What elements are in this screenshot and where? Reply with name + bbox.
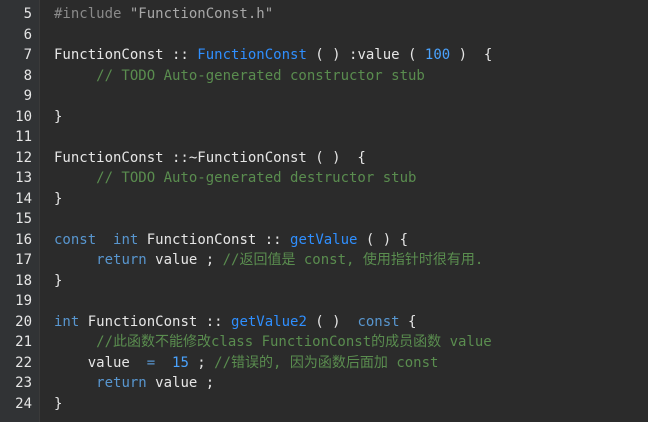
line-number: 7 xyxy=(23,47,32,63)
code-token: getValue xyxy=(290,231,358,248)
line-number: 8 xyxy=(23,67,32,84)
code-token: } xyxy=(54,108,63,125)
code-line[interactable]: } xyxy=(54,189,648,210)
code-token: ( ) :value ( xyxy=(306,47,425,63)
code-token: //此函数不能修改class FunctionConst的成员函数 value xyxy=(54,334,492,350)
code-token: value xyxy=(54,354,147,371)
code-line[interactable]: FunctionConst :: FunctionConst ( ) :valu… xyxy=(54,45,648,66)
code-token: = xyxy=(146,354,156,371)
code-token: //返回值是 const, 使用指针时很有用. xyxy=(222,252,484,268)
line-number: 12 xyxy=(15,149,32,166)
line-number: 5 xyxy=(23,6,32,22)
code-token: return xyxy=(96,252,147,268)
code-token: ; xyxy=(188,354,215,371)
code-token: FunctionConst ::~FunctionConst ( ) { xyxy=(54,149,366,166)
line-number: 14 xyxy=(15,190,32,207)
code-line[interactable] xyxy=(54,86,648,107)
code-token: 100 xyxy=(424,47,451,63)
code-token: } xyxy=(54,272,63,289)
code-line[interactable]: //此函数不能修改class FunctionConst的成员函数 value xyxy=(54,332,648,353)
code-token: FunctionConst :: xyxy=(138,231,291,248)
code-line[interactable] xyxy=(54,25,648,46)
code-area[interactable]: #include "FunctionConst.h" FunctionConst … xyxy=(40,0,648,422)
code-line[interactable]: // TODO Auto-generated constructor stub xyxy=(54,66,648,87)
line-number: 6 xyxy=(23,26,32,43)
code-token: FunctionConst :: xyxy=(54,47,198,63)
code-line[interactable]: int FunctionConst :: getValue2 ( ) const… xyxy=(54,312,648,333)
line-number: 22 xyxy=(15,354,32,371)
line-number: 9 xyxy=(23,88,32,104)
code-line[interactable]: #include "FunctionConst.h" xyxy=(54,4,648,25)
code-line[interactable]: } xyxy=(54,107,648,128)
code-line[interactable]: } xyxy=(54,394,648,415)
code-token: "FunctionConst.h" xyxy=(129,6,274,22)
line-number: 17 xyxy=(15,252,32,268)
code-token: // TODO Auto-generated destructor stub xyxy=(54,170,417,186)
code-token: const xyxy=(54,231,97,248)
code-line[interactable]: const int FunctionConst :: getValue ( ) … xyxy=(54,230,648,251)
code-token: return xyxy=(96,375,147,391)
code-token: value ; xyxy=(146,375,215,391)
code-token: 15 xyxy=(172,354,189,371)
code-line[interactable]: FunctionConst ::~FunctionConst ( ) { xyxy=(54,148,648,169)
code-token: // TODO Auto-generated constructor stub xyxy=(54,67,425,84)
line-number: 18 xyxy=(15,272,32,289)
code-token: #include xyxy=(54,6,130,22)
line-number: 13 xyxy=(15,170,32,186)
code-token: FunctionConst xyxy=(197,47,307,63)
line-number: 11 xyxy=(15,129,32,145)
code-line[interactable] xyxy=(54,291,648,312)
line-number-gutter: 5 6 7 8 9 10 11 12 13 14 15 16 17 18 19 20 21 22 23 24 xyxy=(0,0,40,422)
line-number: 10 xyxy=(15,108,32,125)
code-token: } xyxy=(54,190,63,207)
code-token: } xyxy=(54,395,63,412)
line-number: 21 xyxy=(15,334,32,350)
code-line[interactable] xyxy=(54,209,648,230)
code-token: FunctionConst :: xyxy=(79,313,232,330)
code-line[interactable] xyxy=(54,127,648,148)
code-editor[interactable]: 5 6 7 8 9 10 11 12 13 14 15 16 17 18 19 20 21 22 23 24 #inc… xyxy=(0,0,648,422)
code-token: //错误的, 因为函数后面加 const xyxy=(214,354,439,371)
code-token: ( ) xyxy=(306,313,358,330)
code-line[interactable]: value = 15 ; //错误的, 因为函数后面加 const xyxy=(54,353,648,374)
line-number: 19 xyxy=(15,293,32,309)
code-line[interactable]: return value ; //返回值是 const, 使用指针时很有用. xyxy=(54,250,648,271)
code-line[interactable]: return value ; xyxy=(54,373,648,394)
line-number: 16 xyxy=(15,231,32,248)
code-token: int xyxy=(113,231,139,248)
code-token: ) { xyxy=(450,47,493,63)
code-line[interactable]: } xyxy=(54,271,648,292)
code-token: const xyxy=(357,313,400,330)
line-number: 23 xyxy=(15,375,32,391)
code-token: getValue2 xyxy=(231,313,307,330)
code-line[interactable]: // TODO Auto-generated destructor stub xyxy=(54,168,648,189)
line-number: 20 xyxy=(15,313,32,330)
code-token: { xyxy=(399,313,417,330)
code-token: value ; xyxy=(146,252,223,268)
line-number: 24 xyxy=(15,395,32,412)
line-number: 15 xyxy=(15,211,32,227)
code-token: int xyxy=(54,313,80,330)
code-token: ( ) { xyxy=(357,231,409,248)
